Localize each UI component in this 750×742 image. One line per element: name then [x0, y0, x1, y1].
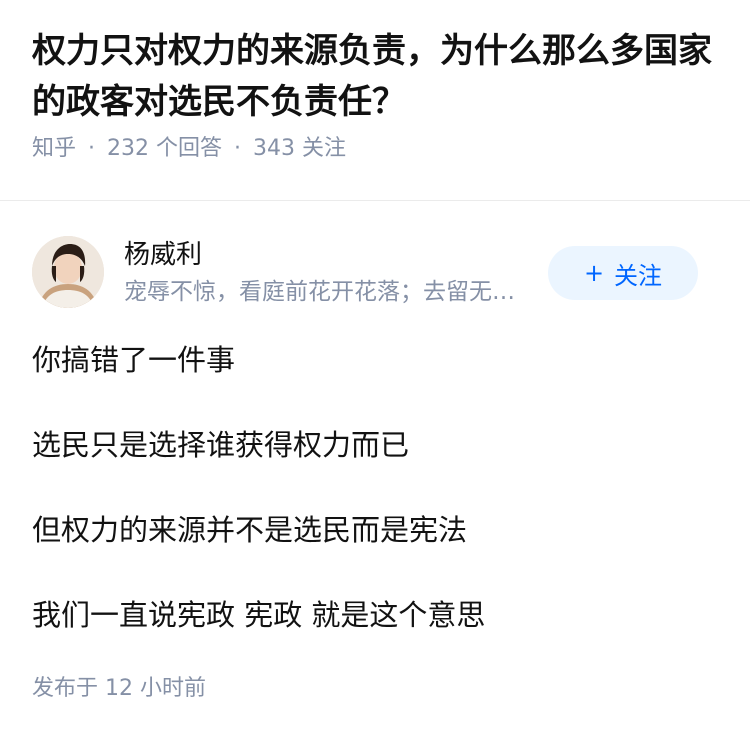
avatar[interactable] — [32, 236, 104, 308]
plus-icon: + — [583, 259, 605, 287]
follow-label: 关注 — [614, 261, 663, 290]
answers-count[interactable]: 232 个回答 — [107, 136, 222, 161]
publish-time: 发布于 12 小时前 — [32, 676, 206, 701]
answer-paragraph: 我们一直说宪政 宪政 就是这个意思 — [32, 598, 486, 632]
answer-content: 你搞错了一件事 选民只是选择谁获得权力而已 但权力的来源并不是选民而是宪法 我们… — [32, 340, 722, 680]
question-header: 权力只对权力的来源负责，为什么那么多国家的政客对选民不负责任？ 知乎 · 232 个… — [32, 26, 722, 164]
source-label[interactable]: 知乎 — [32, 136, 76, 161]
meta-separator: · — [88, 136, 96, 161]
question-meta: 知乎 · 232 个回答 · 343 关注 — [32, 134, 722, 164]
followers-count: 343 关注 — [253, 136, 347, 161]
meta-separator: · — [234, 136, 242, 161]
divider — [0, 200, 750, 201]
answer-paragraph: 但权力的来源并不是选民而是宪法 — [32, 513, 468, 547]
question-title[interactable]: 权力只对权力的来源负责，为什么那么多国家的政客对选民不负责任？ — [32, 26, 722, 128]
avatar-portrait-icon — [32, 236, 104, 308]
author-bio: 宠辱不惊，看庭前花开花落；去留无意，望天上云卷云舒 — [124, 279, 536, 305]
follow-button[interactable]: + 关注 — [548, 246, 698, 300]
answer-paragraph: 选民只是选择谁获得权力而已 — [32, 428, 410, 462]
author-name[interactable]: 杨威利 — [124, 238, 202, 272]
answer-paragraph: 你搞错了一件事 — [32, 343, 236, 377]
author-card: 杨威利 宠辱不惊，看庭前花开花落；去留无意，望天上云卷云舒 + 关注 — [32, 236, 718, 308]
